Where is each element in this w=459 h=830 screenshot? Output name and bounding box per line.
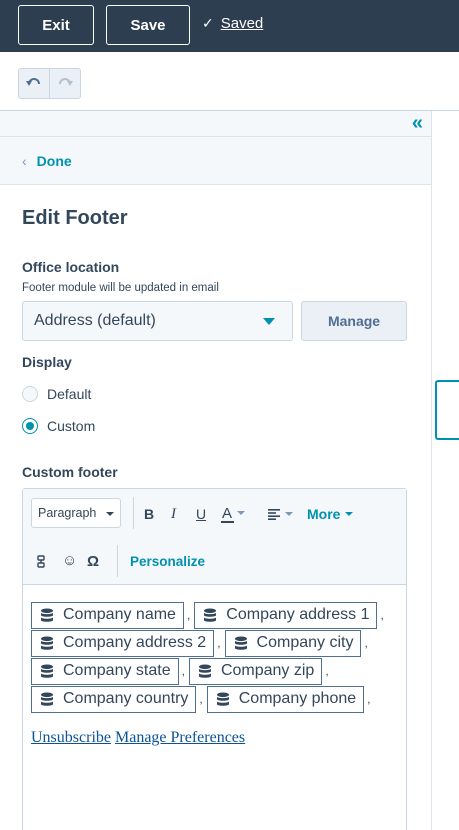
paragraph-format-value: Paragraph <box>38 506 97 520</box>
special-character-icon[interactable]: Ω <box>87 550 99 572</box>
top-bar: Exit Save ✓ Saved <box>0 0 459 52</box>
office-location-value: Address (default) <box>34 312 156 329</box>
exit-button[interactable]: Exit <box>18 5 94 45</box>
database-icon <box>41 636 53 650</box>
display-option-custom[interactable]: Custom <box>22 418 95 434</box>
edit-footer-panel: « ‹ Done Edit Footer Office location Foo… <box>0 111 432 830</box>
toolbar-divider <box>117 545 118 577</box>
token-label: Company address 2 <box>63 634 207 651</box>
manage-preferences-link[interactable]: Manage Preferences <box>115 729 245 746</box>
text-color-icon: A <box>222 504 233 522</box>
redo-button[interactable] <box>49 69 80 98</box>
personalize-button[interactable]: Personalize <box>130 550 205 572</box>
comma-separator: , <box>367 692 371 706</box>
radio-custom-label: Custom <box>47 418 96 434</box>
text-color-button[interactable]: A <box>221 502 246 524</box>
done-label: Done <box>36 152 72 169</box>
panel-title: Edit Footer <box>22 207 128 229</box>
token-button[interactable] <box>37 550 45 572</box>
editor-toolbar: Paragraph B I U A More ☺ Ω Personalize <box>23 489 406 585</box>
token-label: Company zip <box>220 662 315 679</box>
office-location-label: Office location <box>22 259 120 275</box>
manage-button[interactable]: Manage <box>301 301 407 341</box>
caret-down-icon <box>106 512 114 516</box>
radio-default-label: Default <box>47 386 92 402</box>
caret-down-icon <box>263 318 275 325</box>
personalization-token[interactable]: Company zip <box>188 657 323 685</box>
done-button[interactable]: ‹ Done <box>0 137 431 185</box>
token-label: Company country <box>63 690 189 707</box>
radio-custom[interactable] <box>22 418 38 434</box>
database-icon <box>41 664 53 678</box>
canvas-module-outline[interactable] <box>435 380 459 440</box>
office-location-help: Footer module will be updated in email <box>22 282 219 294</box>
token-label: Company city <box>256 634 354 651</box>
footer-token-list: Company name, Company address 1, Company a… <box>31 601 403 713</box>
personalization-token[interactable]: Company phone <box>206 685 365 713</box>
undo-icon <box>26 77 41 86</box>
align-button[interactable] <box>268 503 293 525</box>
token-icon <box>37 554 45 568</box>
database-icon <box>198 664 211 678</box>
personalization-token[interactable]: Company address 2 <box>31 629 215 657</box>
database-icon <box>204 608 217 622</box>
underline-button[interactable]: U <box>196 503 206 525</box>
display-label: Display <box>22 354 72 370</box>
align-left-icon <box>268 508 280 520</box>
personalization-token[interactable]: Company city <box>224 629 362 657</box>
caret-down-icon <box>285 512 293 516</box>
caret-down-icon <box>237 511 246 515</box>
color-underline <box>221 521 234 523</box>
comma-separator: , <box>186 608 191 622</box>
token-label: Company name <box>63 606 176 623</box>
emoji-icon[interactable]: ☺ <box>62 549 77 571</box>
display-option-default[interactable]: Default <box>22 386 91 402</box>
toolbar-divider <box>133 497 134 529</box>
more-label: More <box>307 506 341 522</box>
database-icon <box>41 692 53 706</box>
token-row: Company address 2, Company city, <box>31 629 403 657</box>
comma-separator: , <box>217 636 221 650</box>
token-label: Company phone <box>238 690 357 707</box>
italic-button[interactable]: I <box>171 503 176 525</box>
undo-redo-group <box>18 68 81 99</box>
bold-button[interactable]: B <box>144 503 154 525</box>
token-row: Company country, Company phone, <box>31 685 403 713</box>
radio-default[interactable] <box>22 386 38 402</box>
comma-separator: , <box>380 608 384 622</box>
database-icon <box>216 692 229 706</box>
saved-label: Saved <box>220 15 264 32</box>
token-row: Company name, Company address 1, <box>31 601 403 629</box>
comma-separator: , <box>181 664 185 678</box>
caret-down-icon <box>345 512 354 516</box>
more-button[interactable]: More <box>307 503 354 525</box>
personalization-token[interactable]: Company name <box>31 601 184 629</box>
check-icon: ✓ <box>202 15 214 31</box>
paragraph-format-select[interactable]: Paragraph <box>31 498 121 528</box>
database-icon <box>41 608 53 622</box>
unsubscribe-link[interactable]: Unsubscribe <box>31 729 111 746</box>
personalization-token[interactable]: Company state <box>31 657 179 685</box>
footer-links: Unsubscribe Manage Preferences <box>31 729 403 747</box>
collapse-strip: « <box>0 111 431 137</box>
saved-status[interactable]: ✓ Saved <box>202 15 263 32</box>
chevron-left-icon: ‹ <box>22 152 27 169</box>
token-label: Company address 1 <box>226 606 370 623</box>
redo-icon <box>59 77 74 86</box>
custom-footer-label: Custom footer <box>22 464 118 480</box>
office-location-select[interactable]: Address (default) <box>22 301 293 341</box>
token-row: Company state, Company zip, <box>31 657 403 685</box>
editor-content[interactable]: Company name, Company address 1, Company a… <box>31 601 403 747</box>
token-label: Company state <box>63 662 171 679</box>
personalization-token[interactable]: Company address 1 <box>194 601 378 629</box>
rich-text-editor[interactable]: Paragraph B I U A More ☺ Ω Personalize C… <box>22 488 407 830</box>
double-chevron-left-icon[interactable]: « <box>412 113 423 133</box>
comma-separator: , <box>199 692 203 706</box>
undo-button[interactable] <box>19 69 49 98</box>
save-button[interactable]: Save <box>106 5 190 45</box>
database-icon <box>234 636 247 650</box>
comma-separator: , <box>325 664 329 678</box>
personalization-token[interactable]: Company country <box>31 685 197 713</box>
comma-separator: , <box>364 636 368 650</box>
